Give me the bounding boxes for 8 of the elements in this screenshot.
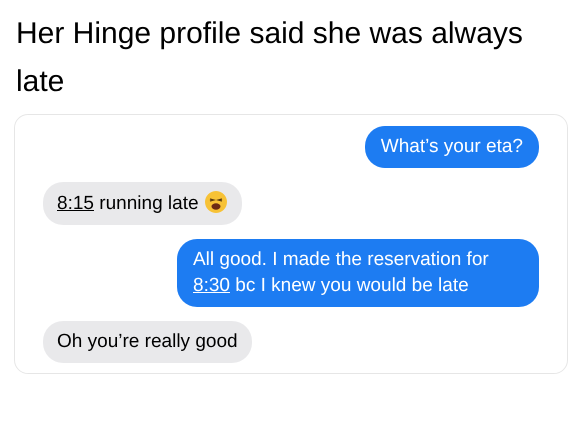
message-text: What’s your eta? bbox=[380, 136, 523, 157]
message-text: All good. I made the reservation for 8:30 bc I knew you would be late bbox=[193, 249, 489, 296]
weary-face-icon bbox=[204, 190, 228, 214]
time-link[interactable]: 8:30 bbox=[193, 275, 230, 296]
message-text: 8:15 running late bbox=[57, 193, 200, 214]
message-text: Oh you’re really good bbox=[57, 331, 238, 352]
caption: Her Hinge profile said she was always late bbox=[16, 16, 524, 100]
time-link[interactable]: 8:15 bbox=[57, 193, 94, 214]
